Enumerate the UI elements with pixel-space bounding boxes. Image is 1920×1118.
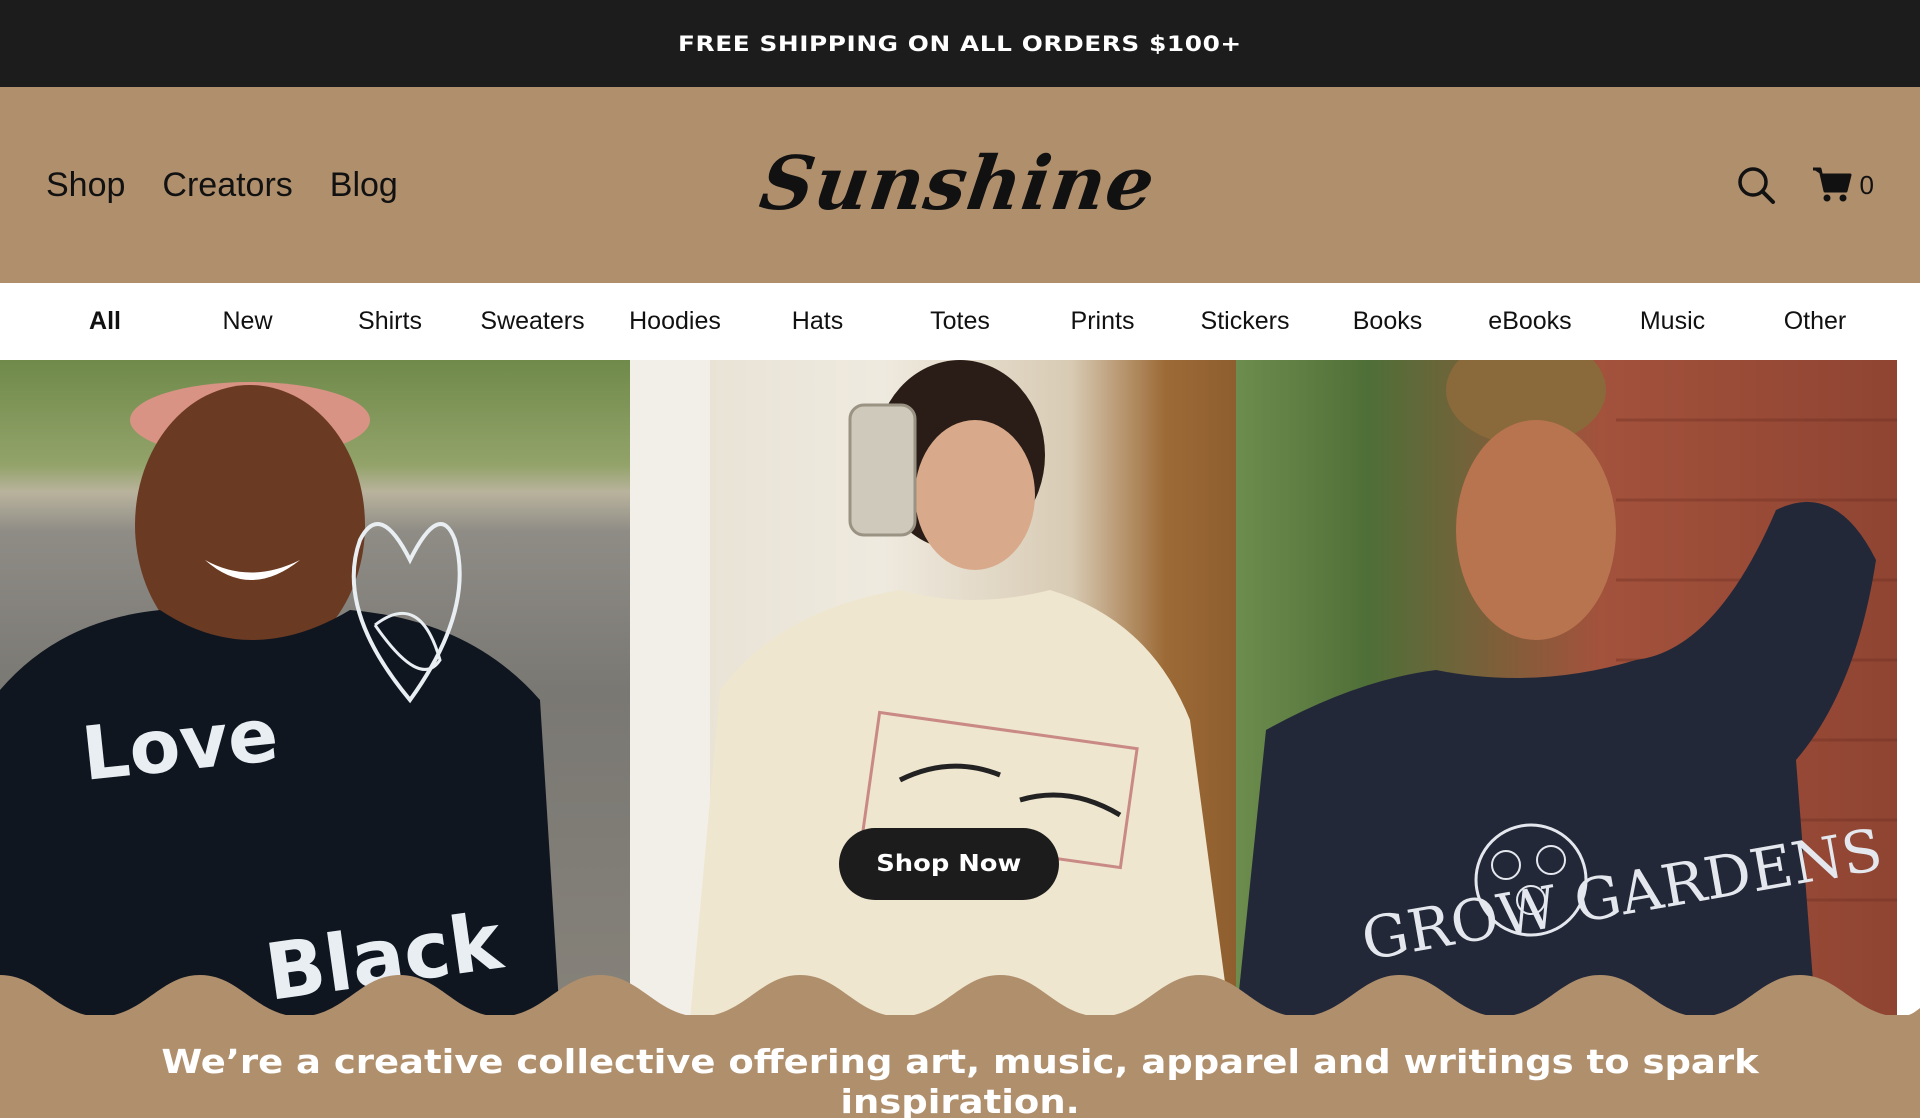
hero-banner: Love Black GROW GARDENS bbox=[0, 360, 1897, 1020]
shop-now-label: Shop Now bbox=[876, 851, 1022, 877]
category-shirts[interactable]: Shirts bbox=[319, 307, 461, 336]
category-new[interactable]: New bbox=[177, 307, 319, 336]
announcement-text: FREE SHIPPING ON ALL ORDERS $100+ bbox=[678, 31, 1242, 56]
category-music[interactable]: Music bbox=[1602, 307, 1744, 336]
hero-photo-2-illustration bbox=[630, 360, 1230, 1020]
category-sweaters[interactable]: Sweaters bbox=[462, 307, 604, 336]
hero-photo-cream-hoodie bbox=[630, 360, 1260, 1020]
cart-button[interactable]: 0 bbox=[1812, 166, 1874, 204]
category-stickers[interactable]: Stickers bbox=[1174, 307, 1316, 336]
announcement-bar: FREE SHIPPING ON ALL ORDERS $100+ bbox=[0, 0, 1920, 87]
nav-blog[interactable]: Blog bbox=[330, 166, 398, 205]
site-logo[interactable]: Sunshine bbox=[755, 139, 1161, 229]
category-ebooks[interactable]: eBooks bbox=[1459, 307, 1601, 336]
category-other[interactable]: Other bbox=[1744, 307, 1886, 336]
category-bar: All New Shirts Sweaters Hoodies Hats Tot… bbox=[0, 283, 1920, 360]
category-all[interactable]: All bbox=[34, 307, 176, 336]
category-hoodies[interactable]: Hoodies bbox=[604, 307, 746, 336]
nav-shop[interactable]: Shop bbox=[46, 166, 125, 205]
hero-photo-1-illustration: Love Black bbox=[0, 382, 560, 1020]
hero-right-gutter bbox=[1897, 360, 1920, 1020]
tagline-text: We’re a creative collective offering art… bbox=[161, 1042, 1759, 1118]
cart-count: 0 bbox=[1859, 169, 1874, 200]
hero-photo-3-illustration: GROW GARDENS bbox=[1236, 360, 1897, 1020]
tagline: We’re a creative collective offering art… bbox=[160, 1042, 1760, 1118]
category-hats[interactable]: Hats bbox=[747, 307, 889, 336]
search-button[interactable] bbox=[1736, 165, 1776, 205]
header-actions: 0 bbox=[1736, 87, 1874, 283]
cart-icon bbox=[1812, 167, 1852, 202]
logo-text: Sunshine bbox=[754, 141, 1161, 227]
hero-photo-grow-gardens-tee: GROW GARDENS bbox=[1236, 360, 1897, 1020]
hero-photo-love-black-tee: Love Black bbox=[0, 360, 660, 1020]
category-prints[interactable]: Prints bbox=[1032, 307, 1174, 336]
category-books[interactable]: Books bbox=[1317, 307, 1459, 336]
shop-now-button[interactable]: Shop Now bbox=[839, 828, 1059, 900]
site-header: Shop Creators Blog Sunshine 0 bbox=[0, 87, 1920, 283]
category-totes[interactable]: Totes bbox=[889, 307, 1031, 336]
main-nav: Shop Creators Blog bbox=[46, 87, 398, 283]
search-icon bbox=[1737, 167, 1775, 204]
nav-creators[interactable]: Creators bbox=[162, 166, 292, 205]
